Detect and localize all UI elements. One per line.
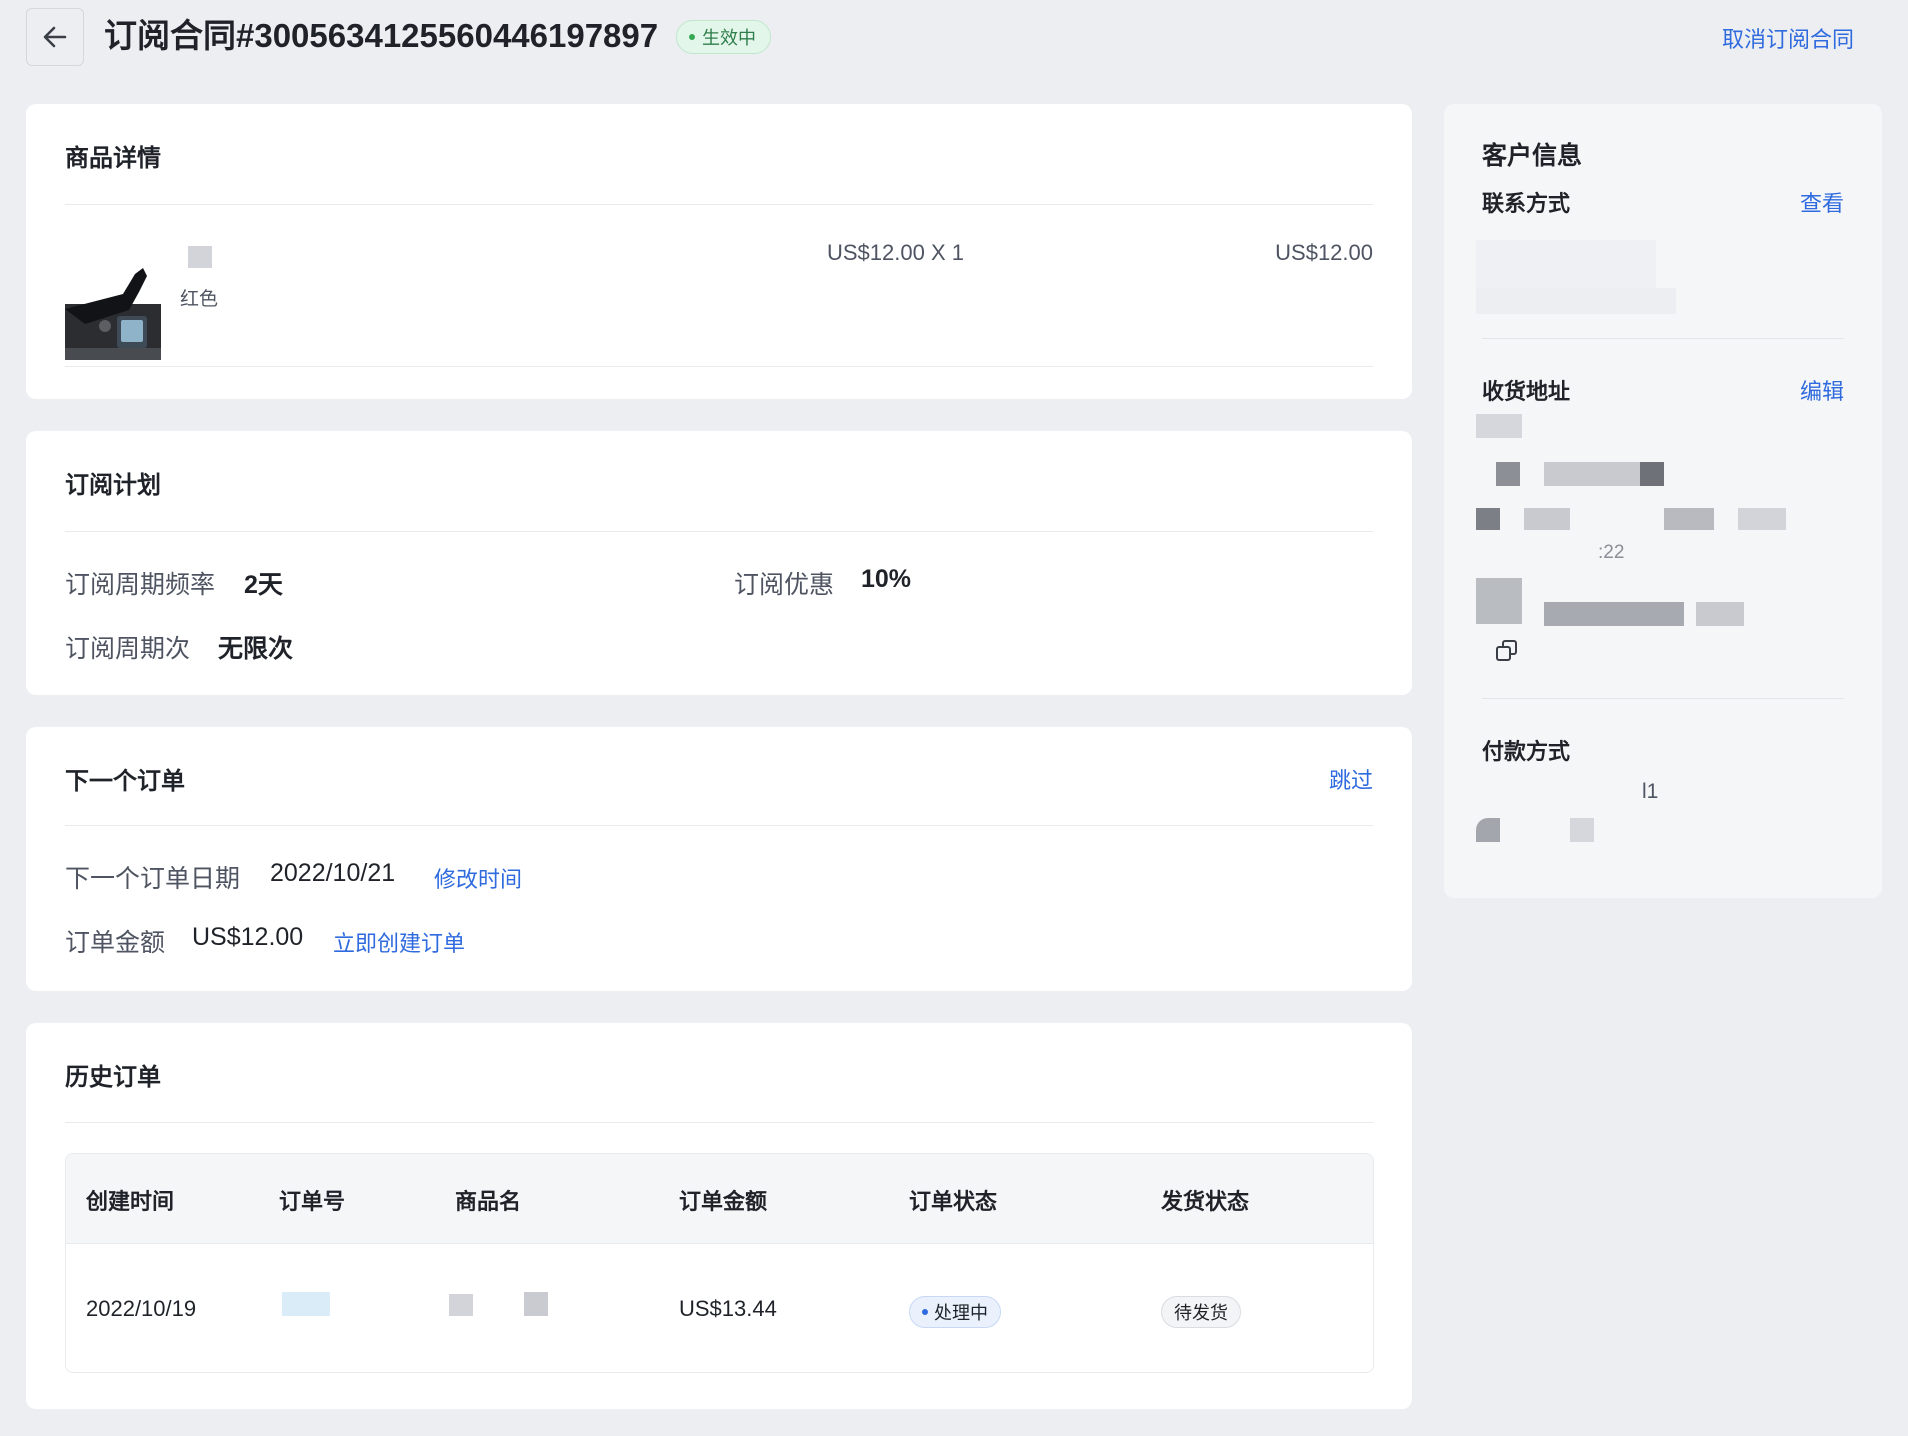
- redacted-product-name: [188, 246, 212, 268]
- view-contact-link[interactable]: 查看: [1800, 186, 1844, 218]
- redacted-product-name-cell-2: [524, 1292, 548, 1316]
- order-status-badge: 处理中: [909, 1296, 1001, 1328]
- table-header: 创建时间 订单号 商品名 订单金额 订单状态 发货状态: [66, 1154, 1373, 1244]
- product-image-icon: [65, 264, 161, 360]
- divider: [65, 366, 1373, 367]
- arrow-left-icon: [43, 26, 67, 48]
- redacted-address-line-3b: [1524, 508, 1570, 530]
- back-button[interactable]: [26, 8, 84, 66]
- next-order-date-label: 下一个订单日期: [65, 865, 241, 893]
- order-amount-label: 订单金额: [65, 929, 166, 957]
- product-variant: 红色: [180, 289, 219, 310]
- cancel-subscription-link[interactable]: 取消订阅合同: [1722, 22, 1854, 54]
- order-history-title: 历史订单: [65, 1064, 161, 1091]
- redacted-address-line-2b: [1544, 462, 1654, 486]
- divider: [1482, 338, 1844, 339]
- column-header-order-status[interactable]: 订单状态: [909, 1184, 997, 1216]
- cell-created: 2022/10/19: [86, 1296, 197, 1321]
- cell-amount: US$13.44: [679, 1296, 777, 1321]
- subscription-plan-title: 订阅计划: [65, 472, 161, 499]
- edit-address-link[interactable]: 编辑: [1800, 374, 1844, 406]
- redacted-payment-1: [1476, 818, 1500, 842]
- status-dot-icon: [689, 34, 695, 40]
- redacted-contact-2: [1476, 288, 1676, 314]
- redacted-order-number[interactable]: [282, 1292, 330, 1316]
- contact-label: 联系方式: [1482, 191, 1571, 216]
- next-order-card: 下一个订单 跳过 下一个订单日期 2022/10/21 修改时间 订单金额 US…: [26, 727, 1412, 991]
- column-header-product-name[interactable]: 商品名: [455, 1184, 521, 1216]
- divider: [1482, 698, 1844, 699]
- customer-info-panel: 客户信息 联系方式 查看 收货地址 编辑 :22 付款方式 l1: [1444, 104, 1882, 898]
- redacted-address-line-2a: [1496, 462, 1520, 486]
- top-bar: 订阅合同#3005634125560446197897 生效中 取消订阅合同: [26, 8, 1882, 66]
- column-header-amount[interactable]: 订单金额: [679, 1184, 767, 1216]
- redacted-payment-2: [1570, 818, 1594, 842]
- divider: [65, 825, 1373, 826]
- copy-icon[interactable]: [1494, 638, 1520, 664]
- next-order-date-value: 2022/10/21: [270, 859, 396, 887]
- line-total: US$12.00: [1275, 240, 1373, 265]
- status-badge: 生效中: [676, 20, 771, 54]
- ship-status-label: 待发货: [1174, 1303, 1228, 1323]
- product-details-title: 商品详情: [65, 145, 161, 172]
- page-title: 订阅合同#3005634125560446197897: [104, 17, 659, 54]
- change-time-link[interactable]: 修改时间: [434, 862, 522, 894]
- payment-fragment: l1: [1642, 780, 1659, 803]
- frequency-value: 2天: [244, 571, 283, 599]
- redacted-address-line-1: [1476, 414, 1522, 438]
- redacted-address-line-4c: [1696, 602, 1744, 626]
- redacted-address-line-2c: [1640, 462, 1664, 486]
- divider: [65, 531, 1373, 532]
- redacted-address-line-4a: [1476, 578, 1522, 624]
- redacted-contact-1: [1476, 240, 1656, 290]
- status-badge-label: 生效中: [702, 28, 756, 48]
- redacted-product-name-cell: [449, 1294, 473, 1316]
- product-details-card: 商品详情 红色 US$12.00 X 1 US$12.00: [26, 104, 1412, 399]
- next-order-title: 下一个订单: [65, 768, 185, 795]
- redacted-address-line-3a: [1476, 508, 1500, 530]
- create-order-now-link[interactable]: 立即创建订单: [333, 926, 465, 958]
- redacted-address-line-3c: [1664, 508, 1714, 530]
- table-row[interactable]: 2022/10/19 US$13.44 处理中 待发货: [66, 1244, 1373, 1372]
- skip-link[interactable]: 跳过: [1329, 763, 1373, 795]
- shipping-address-label: 收货地址: [1482, 379, 1571, 404]
- discount-value: 10%: [861, 565, 912, 593]
- order-amount-value: US$12.00: [192, 923, 304, 951]
- payment-method-label: 付款方式: [1482, 739, 1571, 764]
- divider: [65, 204, 1373, 205]
- column-header-ship-status[interactable]: 发货状态: [1161, 1184, 1249, 1216]
- redacted-address-line-3d: [1738, 508, 1786, 530]
- order-status-label: 处理中: [934, 1303, 988, 1323]
- column-header-created[interactable]: 创建时间: [86, 1184, 174, 1216]
- column-header-order-number[interactable]: 订单号: [279, 1184, 345, 1216]
- order-history-table: 创建时间 订单号 商品名 订单金额 订单状态 发货状态 2022/10/19 U…: [65, 1153, 1374, 1373]
- customer-info-title: 客户信息: [1482, 142, 1583, 170]
- order-history-card: 历史订单 创建时间 订单号 商品名 订单金额 订单状态 发货状态 2022/10…: [26, 1023, 1412, 1409]
- cycles-value: 无限次: [218, 635, 294, 663]
- discount-label: 订阅优惠: [734, 571, 835, 599]
- frequency-label: 订阅周期频率: [65, 571, 216, 599]
- cycles-label: 订阅周期次: [65, 635, 191, 663]
- status-dot-icon: [922, 1309, 928, 1315]
- unit-price-quantity: US$12.00 X 1: [827, 240, 964, 265]
- divider: [65, 1122, 1373, 1123]
- address-fragment: :22: [1598, 542, 1625, 563]
- ship-status-badge: 待发货: [1161, 1296, 1241, 1328]
- subscription-plan-card: 订阅计划 订阅周期频率 2天 订阅优惠 10% 订阅周期次 无限次: [26, 431, 1412, 695]
- product-thumbnail: [65, 264, 161, 360]
- redacted-address-line-4b: [1544, 602, 1684, 626]
